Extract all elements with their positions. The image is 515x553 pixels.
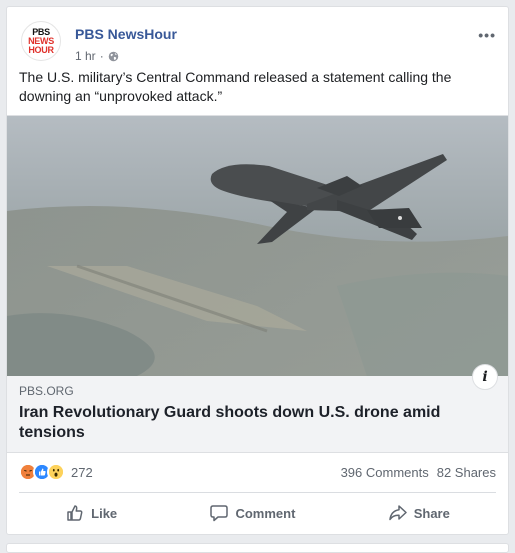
- like-label: Like: [91, 505, 118, 521]
- link-domain: PBS.ORG: [19, 384, 74, 398]
- post-time[interactable]: 1 hr: [75, 49, 96, 63]
- actions-divider: [19, 492, 496, 493]
- engagement-stats: 272 396 Comments 82 Shares: [19, 462, 496, 482]
- comment-label: Comment: [235, 505, 296, 521]
- post-meta: 1 hr ·: [75, 49, 119, 63]
- page-name-link[interactable]: PBS NewsHour: [75, 26, 177, 42]
- share-label: Share: [413, 505, 450, 521]
- share-button[interactable]: Share: [360, 497, 478, 529]
- reaction-count: 272: [71, 464, 93, 480]
- drone-photo[interactable]: [7, 116, 508, 376]
- meta-separator: ·: [99, 49, 104, 63]
- info-button[interactable]: i: [472, 364, 498, 390]
- more-options-button[interactable]: •••: [478, 27, 496, 43]
- thumbs-up-icon: [67, 505, 83, 521]
- page-avatar[interactable]: PBS NEWS HOUR: [21, 21, 61, 61]
- comment-button[interactable]: Comment: [181, 497, 323, 529]
- share-arrow-icon: [388, 505, 407, 521]
- avatar-line-3: HOUR: [28, 44, 54, 55]
- link-preview[interactable]: i PBS.ORG Iran Revolutionary Guard shoot…: [7, 115, 508, 453]
- comment-bubble-icon: [210, 505, 229, 522]
- link-headline[interactable]: Iran Revolutionary Guard shoots down U.S…: [19, 403, 496, 443]
- globe-icon[interactable]: [108, 51, 119, 62]
- post-card: PBS NEWS HOUR PBS NewsHour 1 hr · ••• Th…: [6, 6, 509, 535]
- post-header: PBS NEWS HOUR PBS NewsHour 1 hr · •••: [17, 17, 498, 63]
- comments-count-link[interactable]: 396 Comments: [341, 465, 429, 480]
- shares-count-link[interactable]: 82 Shares: [437, 465, 496, 480]
- stats-right: 396 Comments 82 Shares: [341, 465, 496, 480]
- like-button[interactable]: Like: [37, 497, 145, 529]
- wow-reaction-icon: [47, 463, 65, 481]
- post-actions: Like Comment Share: [19, 497, 496, 529]
- next-post-card-edge: [6, 543, 509, 553]
- post-message: The U.S. military’s Central Command rele…: [19, 69, 452, 104]
- reactions-summary[interactable]: 272: [19, 463, 93, 481]
- link-info[interactable]: i PBS.ORG Iran Revolutionary Guard shoot…: [7, 364, 508, 452]
